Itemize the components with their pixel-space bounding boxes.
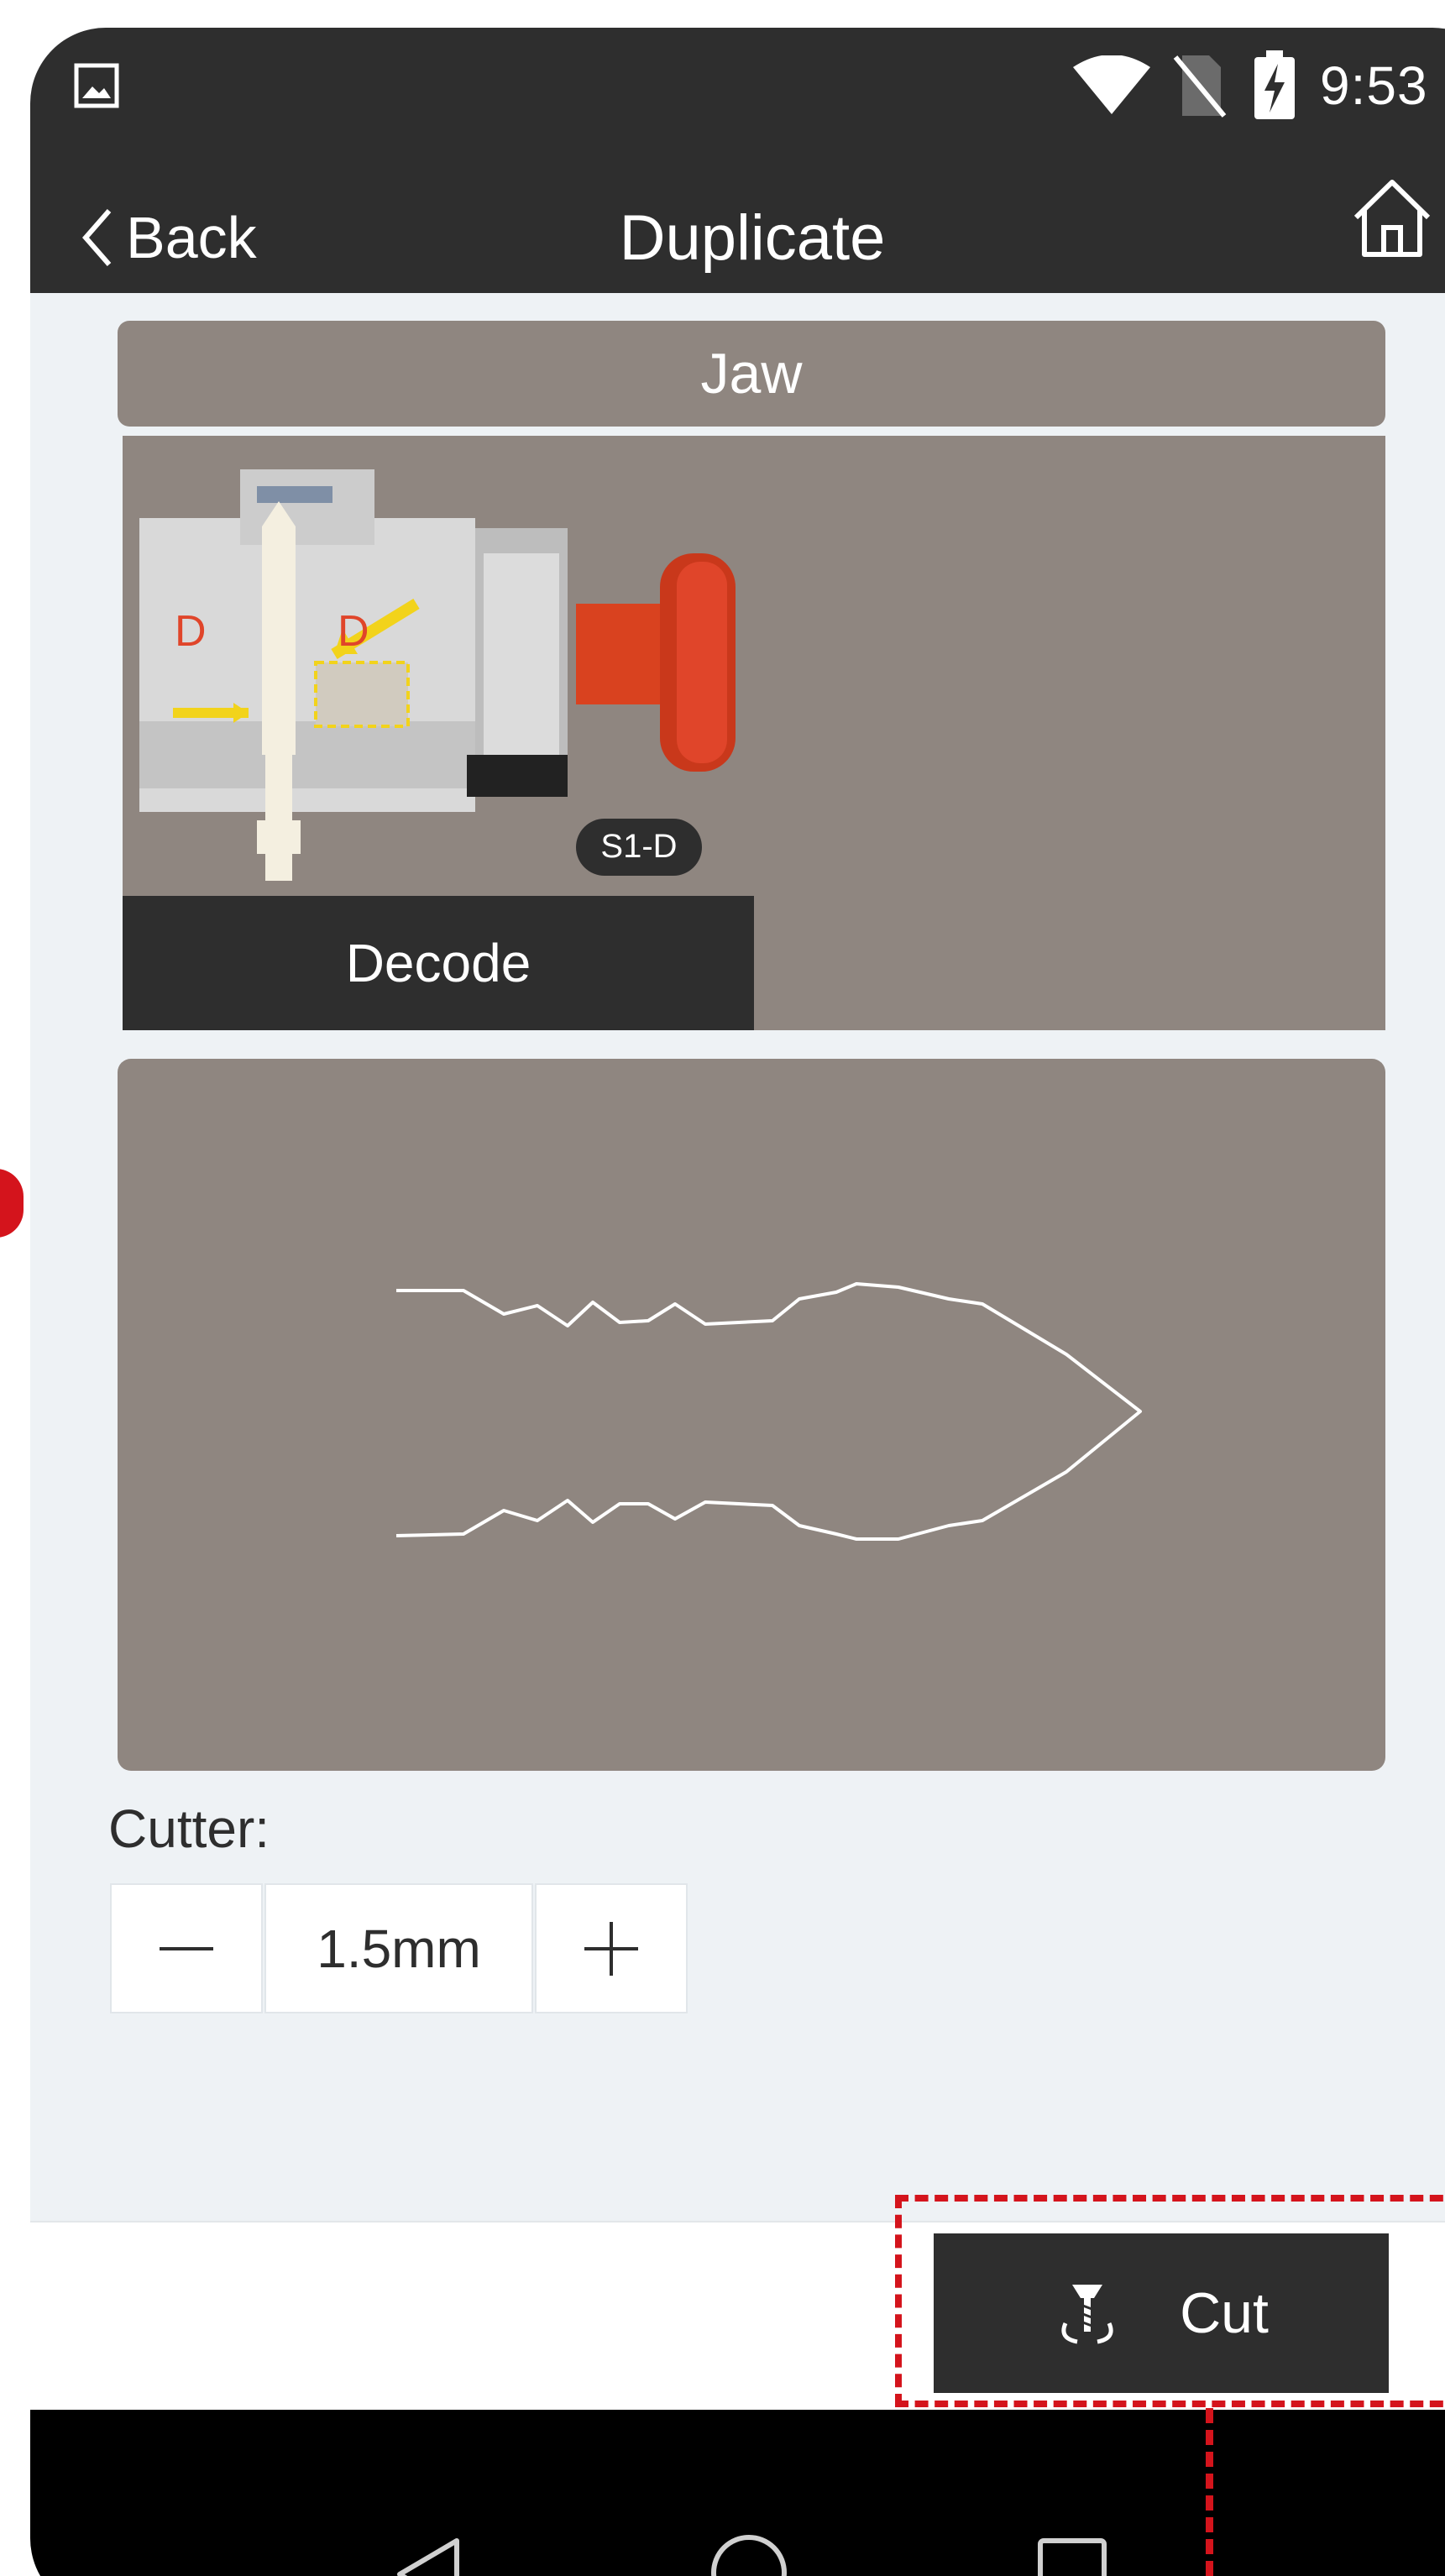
screenshot-page: 9:53 Back Duplicate Jaw D D S1-D Decode … xyxy=(0,0,1445,2576)
status-time: 9:53 xyxy=(1320,55,1428,116)
decrement-button[interactable] xyxy=(110,1883,263,2013)
key-outline xyxy=(395,1282,1142,1541)
battery-charging-icon xyxy=(1254,50,1295,119)
cutter-stepper: 1.5mm xyxy=(110,1883,688,2013)
clamp-side-label-left: D xyxy=(175,607,207,656)
no-sim-icon xyxy=(1173,55,1227,118)
jaw-badge: S1-D xyxy=(600,828,677,865)
plus-icon xyxy=(584,1921,638,1976)
device-screen: 9:53 Back Duplicate Jaw D D S1-D Decode … xyxy=(30,28,1445,2576)
cutter-label: Cutter: xyxy=(108,1798,270,1859)
annotation-highlight-box xyxy=(895,2195,1445,2407)
key-preview-panel xyxy=(118,1059,1385,1771)
top-bar: 9:53 Back Duplicate xyxy=(30,28,1445,293)
increment-button[interactable] xyxy=(535,1883,688,2013)
navigation-bar xyxy=(30,2410,1445,2576)
home-icon[interactable] xyxy=(1346,172,1438,264)
recents-square-icon[interactable] xyxy=(1037,2537,1107,2576)
cutter-value: 1.5mm xyxy=(264,1883,533,2013)
image-icon xyxy=(74,63,119,108)
annotation-leader-line xyxy=(1206,2408,1213,2576)
jaw-header: Jaw xyxy=(118,321,1385,427)
decode-button[interactable]: Decode xyxy=(123,896,754,1030)
page-title: Duplicate xyxy=(619,202,886,274)
clamp-side-label-right: D xyxy=(338,607,369,656)
jaw-illustration: D D S1-D xyxy=(139,469,736,881)
annotation-marker xyxy=(0,1169,24,1238)
wifi-icon xyxy=(1073,55,1150,114)
jaw-panel: D D S1-D Decode xyxy=(123,436,1385,1030)
home-circle-icon[interactable] xyxy=(709,2532,789,2576)
minus-icon xyxy=(160,1946,213,1950)
back-triangle-icon[interactable] xyxy=(393,2536,463,2576)
status-icons: 9:53 xyxy=(1071,48,1428,123)
